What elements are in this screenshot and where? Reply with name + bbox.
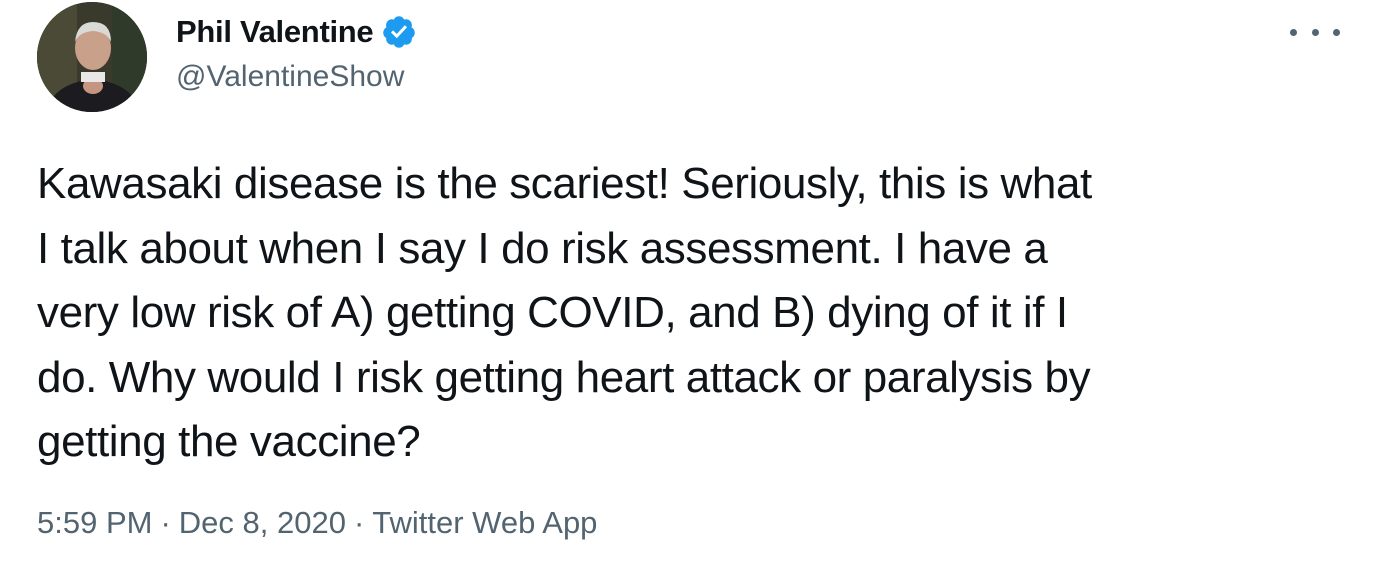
author-handle[interactable]: @ValentineShow xyxy=(176,60,404,94)
tweet-text-line: getting the vaccine? xyxy=(37,417,421,466)
tweet-meta: 5:59 PM · Dec 8, 2020 · Twitter Web App xyxy=(37,505,597,541)
tweet-text-line: very low risk of A) getting COVID, and B… xyxy=(37,288,1068,337)
more-dot xyxy=(1311,28,1319,36)
tweet-card: Phil Valentine @ValentineShow Kawasaki d… xyxy=(0,0,1373,583)
tweet-text-line: Kawasaki disease is the scariest! Seriou… xyxy=(37,159,1092,208)
author-row: Phil Valentine xyxy=(176,12,417,52)
display-name[interactable]: Phil Valentine xyxy=(176,14,374,50)
tweet-text-line: I talk about when I say I do risk assess… xyxy=(37,223,1048,273)
meta-separator: · xyxy=(160,505,171,540)
avatar-image xyxy=(37,2,147,112)
meta-separator: · xyxy=(353,505,365,540)
tweet-time[interactable]: 5:59 PM xyxy=(37,505,152,540)
avatar[interactable] xyxy=(37,2,147,112)
tweet-date[interactable]: Dec 8, 2020 xyxy=(179,505,346,540)
tweet-source[interactable]: Twitter Web App xyxy=(372,505,597,540)
more-dot xyxy=(1290,28,1297,36)
tweet-text-line: do. Why would I risk getting heart attac… xyxy=(37,352,1091,402)
tweet-text: Kawasaki disease is the scariest! Seriou… xyxy=(37,152,1337,475)
more-horizontal-icon[interactable] xyxy=(1290,24,1340,40)
verified-badge-icon xyxy=(381,14,417,50)
more-dot xyxy=(1333,28,1340,36)
